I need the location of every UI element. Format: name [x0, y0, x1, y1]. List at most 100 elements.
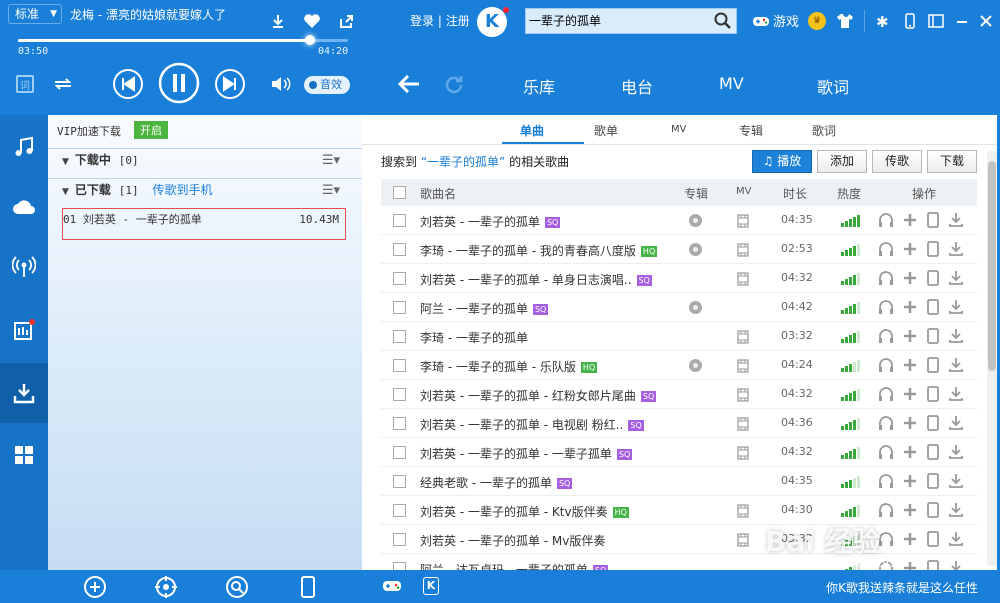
phone-icon[interactable] — [926, 299, 940, 315]
add-icon[interactable] — [902, 560, 918, 570]
table-row[interactable]: 刘若英 - 一辈子的孤单 - 电视剧 粉红.. SQ 04:36 — [381, 409, 977, 438]
row-checkbox[interactable] — [393, 214, 406, 227]
downloaded-section[interactable]: ▼ 已下载 [1] 传歌到手机 ☰▾ — [48, 178, 362, 202]
search-input[interactable]: 一辈子的孤单 — [525, 8, 737, 34]
download-icon[interactable] — [270, 13, 286, 29]
row-checkbox[interactable] — [393, 301, 406, 314]
phone-icon[interactable] — [300, 575, 316, 599]
row-checkbox[interactable] — [393, 504, 406, 517]
add-icon[interactable] — [902, 270, 918, 286]
phone-icon[interactable] — [926, 270, 940, 286]
tab-mv[interactable]: MV — [719, 74, 817, 98]
phone-icon[interactable] — [926, 473, 940, 489]
volume-icon[interactable] — [270, 76, 292, 92]
headphones-icon[interactable] — [878, 502, 894, 518]
register-link[interactable]: 注册 — [446, 14, 470, 28]
add-icon[interactable] — [902, 531, 918, 547]
mv-film-icon[interactable] — [737, 330, 749, 344]
search-icon[interactable] — [714, 12, 732, 30]
sound-effect-toggle[interactable]: 音效 — [304, 76, 350, 94]
search-icon[interactable] — [225, 575, 249, 599]
download-icon[interactable] — [948, 560, 964, 570]
phone-icon[interactable] — [926, 241, 940, 257]
subtab-playlists[interactable]: 歌单 — [594, 122, 618, 139]
repeat-icon[interactable] — [53, 77, 73, 91]
share-icon[interactable] — [338, 13, 354, 29]
mini-mode-icon[interactable] — [928, 14, 944, 28]
play-all-button[interactable]: ♫ 播放 — [752, 150, 812, 173]
album-disc-icon[interactable] — [689, 243, 702, 256]
progress-bar[interactable] — [18, 35, 348, 45]
mv-film-icon[interactable] — [737, 417, 749, 431]
row-checkbox[interactable] — [393, 475, 406, 488]
download-icon[interactable] — [948, 386, 964, 402]
refresh-icon[interactable] — [443, 74, 465, 96]
pause-button[interactable] — [158, 62, 200, 104]
row-checkbox[interactable] — [393, 330, 406, 343]
mv-film-icon[interactable] — [737, 504, 749, 518]
download-icon[interactable] — [948, 531, 964, 547]
album-disc-icon[interactable] — [689, 214, 702, 227]
table-row[interactable]: 刘若英 - 一辈子的孤单 - 单身日志演唱.. SQ 04:32 — [381, 264, 977, 293]
lyrics-icon[interactable]: 词 — [16, 75, 34, 93]
vip-enable-button[interactable]: 开启 — [134, 121, 168, 139]
tab-library[interactable]: 乐库 — [523, 74, 621, 98]
close-icon[interactable] — [979, 14, 993, 28]
table-row[interactable]: 刘若英 - 一辈子的孤单 SQ 04:35 — [381, 206, 977, 235]
tab-lyrics[interactable]: 歌词 — [817, 74, 915, 98]
skin-icon[interactable] — [836, 13, 854, 29]
tab-radio[interactable]: 电台 — [621, 74, 719, 98]
download-icon[interactable] — [948, 299, 964, 315]
add-icon[interactable] — [902, 415, 918, 431]
headphones-icon[interactable] — [878, 357, 894, 373]
mv-film-icon[interactable] — [737, 446, 749, 460]
row-checkbox[interactable] — [393, 417, 406, 430]
prev-button[interactable] — [112, 68, 144, 100]
mv-film-icon[interactable] — [737, 214, 749, 228]
album-disc-icon[interactable] — [689, 359, 702, 372]
table-row[interactable]: 李琦 - 一辈子的孤单 03:32 — [381, 322, 977, 351]
download-icon[interactable] — [948, 270, 964, 286]
vip-crown-icon[interactable]: ♛ — [808, 12, 826, 30]
mv-film-icon[interactable] — [737, 243, 749, 257]
download-icon[interactable] — [948, 328, 964, 344]
download-icon[interactable] — [948, 444, 964, 460]
phone-icon[interactable] — [926, 415, 940, 431]
phone-icon[interactable] — [926, 212, 940, 228]
table-row[interactable]: 刘若英 - 一辈子的孤单 - Ktv版伴奏 HQ 04:30 — [381, 496, 977, 525]
downloading-section[interactable]: ▼ 下载中 [0] ☰▾ — [48, 148, 362, 172]
phone-icon[interactable] — [926, 560, 940, 570]
add-button[interactable]: 添加 — [817, 150, 867, 173]
select-all-checkbox[interactable] — [393, 186, 406, 199]
downloaded-song-item[interactable]: 01 刘若英 - 一辈子的孤单 10.43M — [62, 208, 346, 240]
back-arrow-icon[interactable] — [397, 73, 421, 95]
table-row[interactable]: 李琦 - 一辈子的孤单 - 我的青春高八度版 HQ 02:53 — [381, 235, 977, 264]
quality-select[interactable]: 标准 ▼ — [8, 4, 62, 24]
add-icon[interactable] — [902, 386, 918, 402]
locate-icon[interactable] — [154, 575, 178, 599]
subtab-singles[interactable]: 单曲 — [520, 122, 544, 139]
download-icon[interactable] — [948, 212, 964, 228]
subtab-lyrics[interactable]: 歌词 — [812, 122, 836, 139]
add-icon[interactable] — [902, 212, 918, 228]
table-row[interactable]: 刘若英 - 一辈子的孤单 - 一辈子孤单 SQ 04:32 — [381, 438, 977, 467]
table-row[interactable]: 刘若英 - 一辈子的孤单 - Mv版伴奏 03:32 — [381, 525, 977, 554]
apps-grid-icon[interactable] — [0, 425, 48, 485]
minimize-icon[interactable] — [955, 14, 969, 28]
headphones-icon[interactable] — [878, 241, 894, 257]
table-row[interactable]: 经典老歌 - 一辈子的孤单 SQ 04:35 — [381, 467, 977, 496]
headphones-icon[interactable] — [878, 212, 894, 228]
kugou-k-icon[interactable]: K — [423, 577, 439, 595]
headphones-icon[interactable] — [878, 386, 894, 402]
add-icon[interactable] — [902, 299, 918, 315]
phone-icon[interactable] — [926, 444, 940, 460]
games-link[interactable]: 游戏 — [752, 11, 799, 30]
headphones-icon[interactable] — [878, 444, 894, 460]
add-icon[interactable] — [902, 473, 918, 489]
download-icon[interactable] — [948, 241, 964, 257]
phone-icon[interactable] — [926, 357, 940, 373]
download-button[interactable]: 下载 — [927, 150, 977, 173]
add-icon[interactable] — [902, 241, 918, 257]
send-to-phone-button[interactable]: 传歌 — [872, 150, 922, 173]
scrollbar-thumb[interactable] — [988, 161, 996, 371]
